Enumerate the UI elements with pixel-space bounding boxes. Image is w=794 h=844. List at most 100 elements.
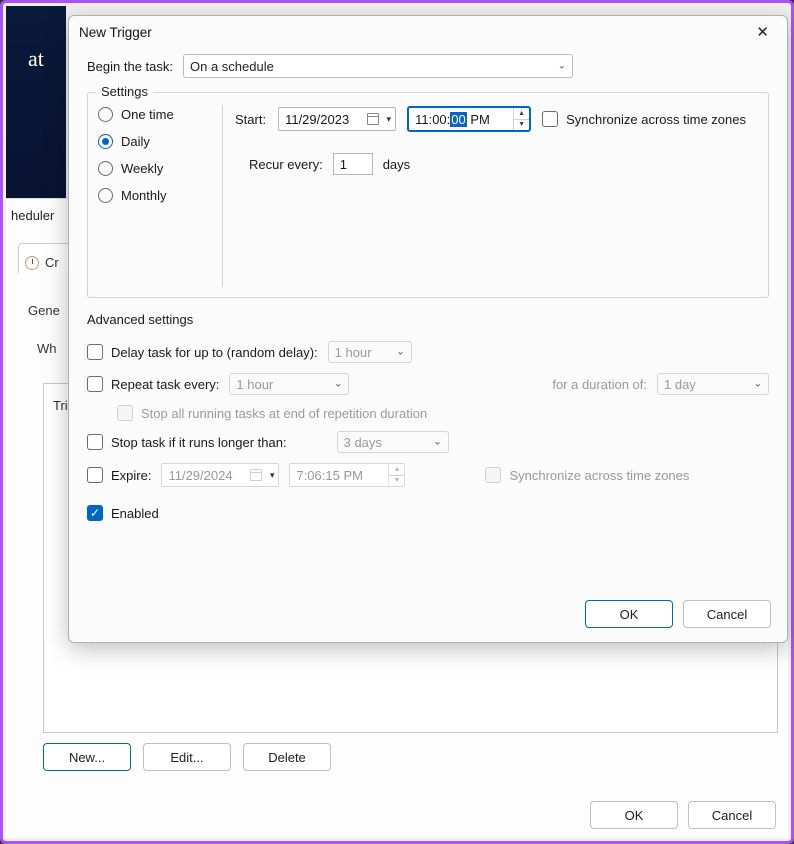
chevron-down-icon: ▾ bbox=[387, 114, 392, 125]
time-spinner: ▲▼ bbox=[388, 464, 404, 486]
chevron-down-icon: ⌄ bbox=[433, 437, 441, 448]
enabled-checkbox[interactable]: ✓ Enabled bbox=[87, 505, 159, 521]
radio-icon bbox=[98, 134, 113, 149]
cancel-label: Cancel bbox=[707, 607, 747, 622]
background-dark-app: at bbox=[6, 6, 66, 226]
radio-one-time-label: One time bbox=[121, 107, 174, 122]
delay-value: 1 hour bbox=[335, 345, 372, 360]
radio-monthly-label: Monthly bbox=[121, 188, 167, 203]
sync-tz-checkbox[interactable]: Synchronize across time zones bbox=[542, 111, 746, 127]
stop-if-longer-checkbox[interactable]: Stop task if it runs longer than: bbox=[87, 434, 287, 450]
new-trigger-dialog: New Trigger ✕ Begin the task: On a sched… bbox=[68, 15, 788, 643]
time-ss: 00 bbox=[450, 112, 466, 127]
delete-button[interactable]: Delete bbox=[243, 743, 331, 771]
checkbox-icon bbox=[542, 111, 558, 127]
dialog-content: Begin the task: On a schedule ⌄ Settings… bbox=[69, 48, 787, 592]
checkbox-icon bbox=[87, 467, 103, 483]
edit-button[interactable]: Edit... bbox=[143, 743, 231, 771]
sync-tz2-checkbox: Synchronize across time zones bbox=[485, 467, 689, 483]
recur-value: 1 bbox=[340, 157, 347, 172]
radio-weekly-label: Weekly bbox=[121, 161, 163, 176]
bg-text-wh: Wh bbox=[37, 341, 57, 356]
begin-task-row: Begin the task: On a schedule ⌄ bbox=[87, 54, 769, 78]
radio-icon bbox=[98, 188, 113, 203]
repeat-value: 1 hour bbox=[236, 377, 273, 392]
start-date-value: 11/29/2023 bbox=[285, 112, 349, 127]
expire-time-value: 7:06:15 PM bbox=[296, 468, 363, 483]
checkbox-icon bbox=[485, 467, 501, 483]
dialog-title: New Trigger bbox=[79, 25, 152, 40]
spin-up-icon[interactable]: ▲ bbox=[514, 108, 529, 120]
expire-checkbox[interactable]: Expire: bbox=[87, 467, 151, 483]
close-button[interactable]: ✕ bbox=[748, 19, 777, 45]
recur-unit: days bbox=[383, 157, 410, 172]
repeat-duration-label: for a duration of: bbox=[552, 377, 647, 392]
chevron-down-icon: ⌄ bbox=[334, 379, 342, 390]
parent-cancel-button[interactable]: Cancel bbox=[688, 801, 776, 829]
settings-group: Settings One time Daily Weekly Monthly S… bbox=[87, 92, 769, 298]
stop-if-longer-value: 3 days bbox=[344, 435, 382, 450]
delay-checkbox[interactable]: Delay task for up to (random delay): bbox=[87, 344, 318, 360]
stop-if-longer-label: Stop task if it runs longer than: bbox=[111, 435, 287, 450]
parent-ok-button[interactable]: OK bbox=[590, 801, 678, 829]
chevron-down-icon: ⌄ bbox=[558, 61, 566, 72]
begin-task-label: Begin the task: bbox=[87, 59, 173, 74]
recur-value-input[interactable]: 1 bbox=[333, 153, 373, 175]
begin-task-value: On a schedule bbox=[190, 59, 274, 74]
stop-if-longer-select: 3 days ⌄ bbox=[337, 431, 449, 453]
bg-text-cr: Cr bbox=[45, 255, 59, 270]
spin-down-icon[interactable]: ▼ bbox=[514, 120, 529, 131]
advanced-legend: Advanced settings bbox=[87, 312, 769, 327]
time-ampm: PM bbox=[470, 112, 490, 127]
divider bbox=[222, 105, 223, 287]
checkbox-icon bbox=[87, 434, 103, 450]
parent-ok-label: OK bbox=[625, 808, 644, 823]
chevron-down-icon: ▾ bbox=[270, 470, 275, 481]
trigger-buttons-row: New... Edit... Delete bbox=[43, 743, 331, 771]
parent-cancel-label: Cancel bbox=[712, 808, 752, 823]
radio-daily[interactable]: Daily bbox=[98, 134, 210, 149]
repeat-duration-select: 1 day ⌄ bbox=[657, 373, 769, 395]
new-button-label: New... bbox=[69, 750, 105, 765]
edit-button-label: Edit... bbox=[170, 750, 203, 765]
bg-row-cr: Cr bbox=[25, 255, 59, 270]
delay-value-select: 1 hour ⌄ bbox=[328, 341, 412, 363]
calendar-icon bbox=[367, 113, 379, 125]
start-time-field[interactable]: 11:00:00 PM ▲▼ bbox=[408, 107, 530, 131]
time-hh: 11 bbox=[415, 112, 429, 127]
spin-up-icon: ▲ bbox=[389, 464, 404, 476]
expire-time-field: 7:06:15 PM ▲▼ bbox=[289, 463, 405, 487]
start-label: Start: bbox=[235, 112, 266, 127]
stop-all-label: Stop all running tasks at end of repetit… bbox=[141, 406, 427, 421]
begin-task-select[interactable]: On a schedule ⌄ bbox=[183, 54, 573, 78]
cancel-button[interactable]: Cancel bbox=[683, 600, 771, 628]
time-mm: 00 bbox=[432, 112, 446, 127]
ok-button[interactable]: OK bbox=[585, 600, 673, 628]
checkbox-icon bbox=[87, 344, 103, 360]
start-date-field[interactable]: 11/29/2023 ▾ bbox=[278, 107, 396, 131]
chevron-down-icon: ⌄ bbox=[754, 379, 762, 390]
app-frame: at heduler Cr Gene Wh Tri New... Edit...… bbox=[0, 0, 794, 844]
radio-daily-label: Daily bbox=[121, 134, 150, 149]
bg-text-gene: Gene bbox=[28, 303, 60, 318]
delay-label: Delay task for up to (random delay): bbox=[111, 345, 318, 360]
recur-label: Recur every: bbox=[249, 157, 323, 172]
radio-weekly[interactable]: Weekly bbox=[98, 161, 210, 176]
bg-text-scheduler: heduler bbox=[11, 208, 54, 223]
radio-icon bbox=[98, 107, 113, 122]
repeat-checkbox[interactable]: Repeat task every: bbox=[87, 376, 219, 392]
sync-tz-label: Synchronize across time zones bbox=[566, 112, 746, 127]
spin-down-icon: ▼ bbox=[389, 476, 404, 487]
bg-text-at: at bbox=[6, 46, 66, 72]
checkbox-icon bbox=[117, 405, 133, 421]
enabled-label: Enabled bbox=[111, 506, 159, 521]
radio-monthly[interactable]: Monthly bbox=[98, 188, 210, 203]
ok-label: OK bbox=[620, 607, 639, 622]
time-spinner[interactable]: ▲▼ bbox=[513, 108, 529, 130]
parent-dialog-buttons: OK Cancel bbox=[590, 801, 776, 829]
checkbox-icon: ✓ bbox=[87, 505, 103, 521]
titlebar: New Trigger ✕ bbox=[69, 16, 787, 48]
advanced-settings: Delay task for up to (random delay): 1 h… bbox=[87, 341, 769, 521]
new-button[interactable]: New... bbox=[43, 743, 131, 771]
radio-one-time[interactable]: One time bbox=[98, 107, 210, 122]
